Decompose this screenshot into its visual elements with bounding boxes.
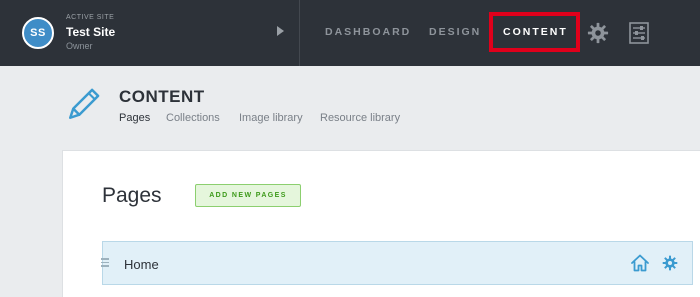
- gear-icon[interactable]: [587, 22, 609, 44]
- nav-design[interactable]: DESIGN: [429, 26, 481, 38]
- site-name[interactable]: Test Site: [66, 25, 115, 39]
- tab-resource-library[interactable]: Resource library: [320, 112, 400, 124]
- home-icon[interactable]: [630, 253, 650, 273]
- nav-dashboard[interactable]: DASHBOARD: [325, 26, 411, 38]
- sliders-icon[interactable]: [629, 22, 649, 44]
- page-row-home[interactable]: [102, 241, 693, 285]
- pencil-icon: [69, 88, 100, 119]
- site-role: Owner: [66, 41, 93, 51]
- caret-right-icon[interactable]: [277, 26, 284, 36]
- page-row-label[interactable]: Home: [124, 257, 159, 272]
- tab-pages[interactable]: Pages: [119, 112, 150, 124]
- add-new-pages-button[interactable]: ADD NEW PAGES: [195, 184, 301, 207]
- active-site-label: ACTIVE SITE: [66, 14, 115, 21]
- top-bar: SS ACTIVE SITE Test Site Owner DASHBOARD…: [0, 0, 700, 66]
- tab-image-library[interactable]: Image library: [239, 112, 303, 124]
- drag-handle-icon[interactable]: [101, 258, 109, 268]
- site-avatar[interactable]: SS: [22, 17, 54, 49]
- nav-content[interactable]: CONTENT: [503, 26, 568, 38]
- pages-heading: Pages: [102, 184, 162, 207]
- page-title: CONTENT: [119, 87, 205, 106]
- site-switcher[interactable]: SS ACTIVE SITE Test Site Owner: [0, 0, 300, 66]
- tab-collections[interactable]: Collections: [166, 112, 220, 124]
- gear-icon[interactable]: [662, 255, 678, 271]
